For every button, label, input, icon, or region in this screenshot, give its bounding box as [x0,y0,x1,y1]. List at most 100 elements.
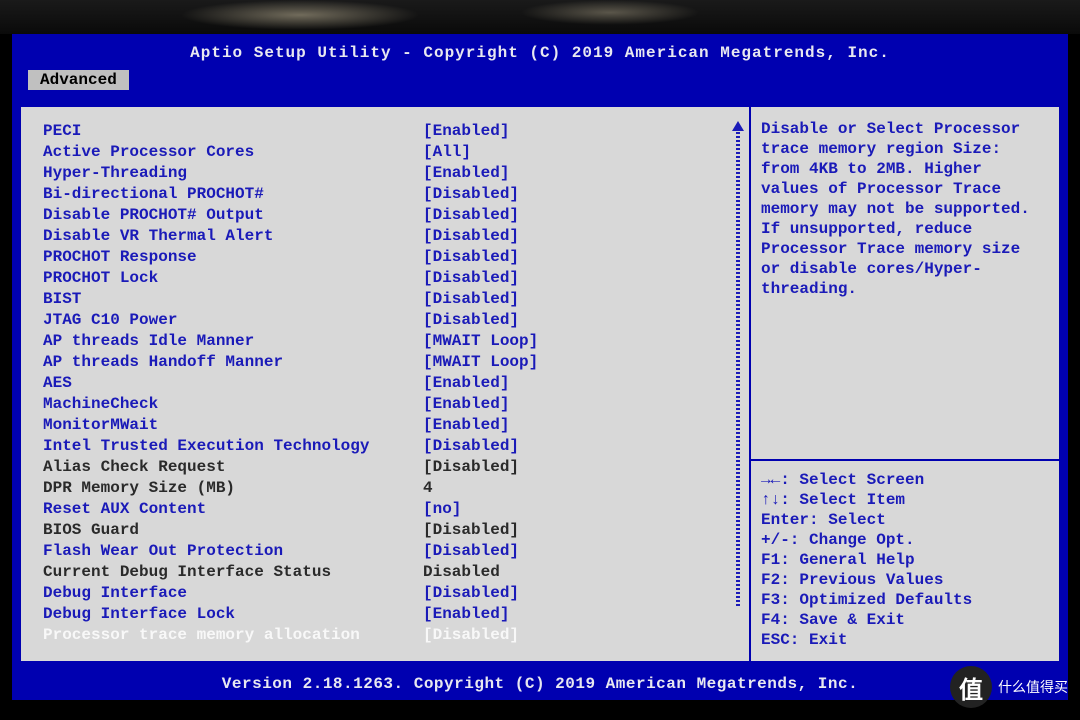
setting-value: [Disabled] [423,521,519,539]
setting-row[interactable]: BIST[Disabled] [43,289,739,309]
setting-label: MachineCheck [43,395,423,413]
setting-label: DPR Memory Size (MB) [43,479,423,497]
key-hint: F3: Optimized Defaults [761,591,1049,609]
setting-label: Disable VR Thermal Alert [43,227,423,245]
setting-label: Processor trace memory allocation [43,626,423,644]
tab-advanced[interactable]: Advanced [28,70,129,90]
help-text: Disable or Select Processor trace memory… [751,107,1059,461]
setting-row[interactable]: Flash Wear Out Protection[Disabled] [43,541,739,561]
setting-value: [Disabled] [423,206,519,224]
setting-value: [Disabled] [423,626,519,644]
setting-label: PROCHOT Lock [43,269,423,287]
setting-value: [Enabled] [423,395,509,413]
settings-panel: PECI[Enabled]Active Processor Cores[All]… [20,106,750,662]
setting-value: Disabled [423,563,500,581]
setting-row: Current Debug Interface StatusDisabled [43,562,739,582]
setting-row: BIOS Guard[Disabled] [43,520,739,540]
main-area: PECI[Enabled]Active Processor Cores[All]… [18,104,1062,664]
setting-row[interactable]: JTAG C10 Power[Disabled] [43,310,739,330]
key-hint: +/-: Change Opt. [761,531,1049,549]
reflection [180,0,420,30]
footer-version: Version 2.18.1263. Copyright (C) 2019 Am… [12,670,1068,700]
key-legend: →←: Select Screen ↑↓: Select Item Enter: S… [751,461,1059,661]
setting-label: AES [43,374,423,392]
setting-value: [Enabled] [423,164,509,182]
side-panel: Disable or Select Processor trace memory… [750,106,1060,662]
key-hint: Enter: Select [761,511,1049,529]
scroll-up-icon [732,121,744,131]
setting-label: PECI [43,122,423,140]
setting-row[interactable]: PROCHOT Lock[Disabled] [43,268,739,288]
key-hint: F1: General Help [761,551,1049,569]
reflection [520,0,700,25]
setting-value: [Enabled] [423,374,509,392]
setting-label: JTAG C10 Power [43,311,423,329]
scrollbar[interactable] [731,121,745,606]
setting-row[interactable]: Disable VR Thermal Alert[Disabled] [43,226,739,246]
setting-value: [Enabled] [423,122,509,140]
setting-value: [MWAIT Loop] [423,332,538,350]
setting-value: [Disabled] [423,269,519,287]
setting-value: [Disabled] [423,437,519,455]
setting-row[interactable]: AP threads Handoff Manner[MWAIT Loop] [43,352,739,372]
setting-value: [no] [423,500,461,518]
bios-title: Aptio Setup Utility - Copyright (C) 2019… [12,34,1068,62]
setting-value: [Disabled] [423,248,519,266]
setting-row[interactable]: PECI[Enabled] [43,121,739,141]
monitor-bezel [0,0,1080,34]
key-hint: ESC: Exit [761,631,1049,649]
setting-row[interactable]: Active Processor Cores[All] [43,142,739,162]
setting-label: Bi-directional PROCHOT# [43,185,423,203]
setting-value: [Enabled] [423,416,509,434]
setting-row[interactable]: Disable PROCHOT# Output[Disabled] [43,205,739,225]
setting-value: [Enabled] [423,605,509,623]
setting-value: [Disabled] [423,185,519,203]
setting-label: Debug Interface Lock [43,605,423,623]
setting-row[interactable]: Debug Interface[Disabled] [43,583,739,603]
setting-row: DPR Memory Size (MB)4 [43,478,739,498]
setting-label: Hyper-Threading [43,164,423,182]
setting-row[interactable]: Debug Interface Lock[Enabled] [43,604,739,624]
setting-row[interactable]: Processor trace memory allocation[Disabl… [43,625,739,645]
setting-row[interactable]: Bi-directional PROCHOT#[Disabled] [43,184,739,204]
setting-row[interactable]: Reset AUX Content[no] [43,499,739,519]
setting-value: [Disabled] [423,458,519,476]
setting-label: Active Processor Cores [43,143,423,161]
key-hint: F4: Save & Exit [761,611,1049,629]
tab-row: Advanced [12,70,1068,90]
key-hint: ↑↓: Select Item [761,491,1049,509]
setting-row[interactable]: Intel Trusted Execution Technology[Disab… [43,436,739,456]
setting-label: Intel Trusted Execution Technology [43,437,423,455]
setting-row[interactable]: MonitorMWait[Enabled] [43,415,739,435]
setting-value: [Disabled] [423,311,519,329]
setting-label: Flash Wear Out Protection [43,542,423,560]
setting-label: Debug Interface [43,584,423,602]
setting-label: BIOS Guard [43,521,423,539]
header: Aptio Setup Utility - Copyright (C) 2019… [12,34,1068,104]
setting-label: BIST [43,290,423,308]
setting-row[interactable]: AES[Enabled] [43,373,739,393]
scroll-track [736,131,740,606]
setting-label: MonitorMWait [43,416,423,434]
watermark-badge-icon: 值 [950,666,992,708]
setting-value: [Disabled] [423,542,519,560]
bios-screen: Aptio Setup Utility - Copyright (C) 2019… [12,34,1068,700]
setting-row[interactable]: AP threads Idle Manner[MWAIT Loop] [43,331,739,351]
setting-value: 4 [423,479,433,497]
key-hint: →←: Select Screen [761,471,1049,489]
setting-label: Disable PROCHOT# Output [43,206,423,224]
setting-label: Reset AUX Content [43,500,423,518]
setting-row: Alias Check Request[Disabled] [43,457,739,477]
setting-row[interactable]: Hyper-Threading[Enabled] [43,163,739,183]
setting-row[interactable]: MachineCheck[Enabled] [43,394,739,414]
setting-label: Current Debug Interface Status [43,563,423,581]
setting-label: AP threads Handoff Manner [43,353,423,371]
setting-row[interactable]: PROCHOT Response[Disabled] [43,247,739,267]
setting-label: AP threads Idle Manner [43,332,423,350]
watermark-text: 什么值得买 [998,677,1068,697]
setting-label: PROCHOT Response [43,248,423,266]
setting-value: [Disabled] [423,584,519,602]
watermark: 值 什么值得买 [950,666,1068,708]
setting-value: [Disabled] [423,290,519,308]
key-hint: F2: Previous Values [761,571,1049,589]
